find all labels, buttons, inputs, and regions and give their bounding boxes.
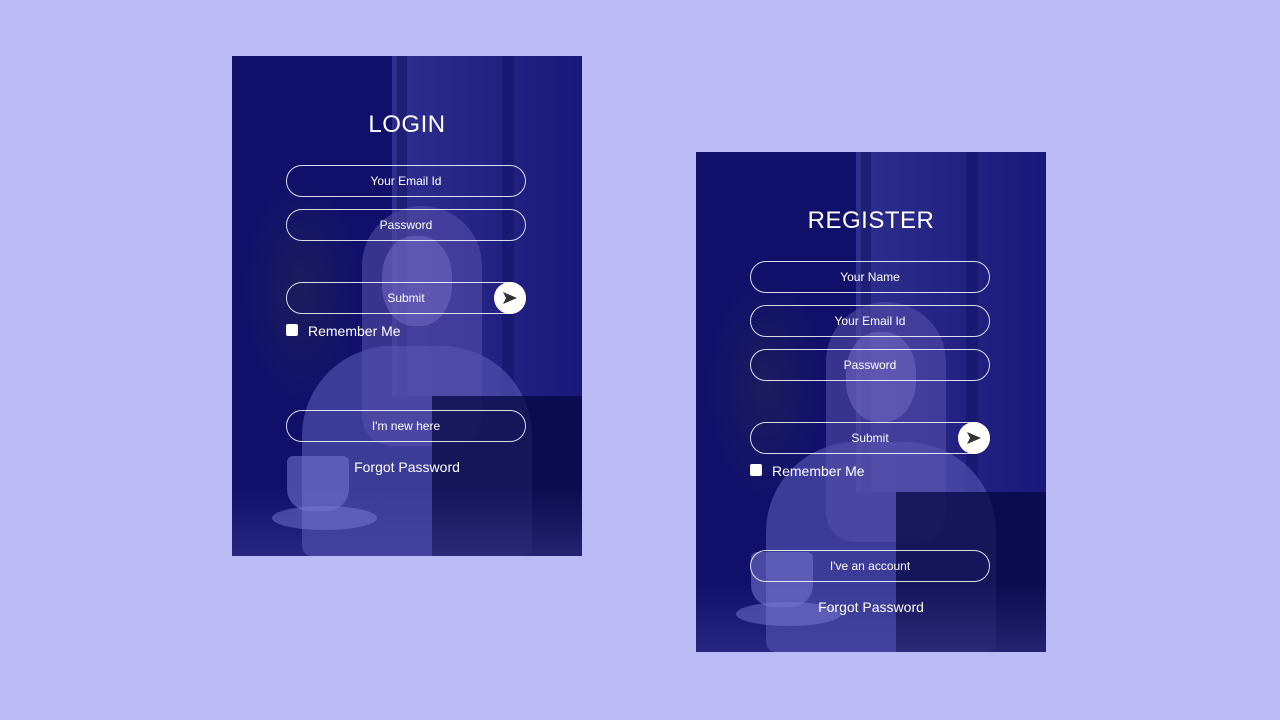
new-here-label: I'm new here [371, 419, 441, 433]
register-card: REGISTER Submit Remember Me I've an acco… [696, 152, 1046, 652]
remember-me-checkbox[interactable] [750, 464, 762, 476]
register-forgot-password-link[interactable]: Forgot Password [696, 599, 1046, 615]
remember-me-label: Remember Me [308, 323, 401, 339]
have-account-button[interactable]: I've an account [750, 550, 990, 582]
register-email-input[interactable] [750, 305, 990, 337]
login-card: LOGIN Submit Remember Me I'm new here Fo… [232, 56, 582, 556]
register-submit-label: Submit [851, 431, 889, 445]
login-password-input[interactable] [286, 209, 526, 241]
register-name-input[interactable] [750, 261, 990, 293]
send-arrow-icon[interactable] [958, 422, 990, 454]
login-submit-button[interactable]: Submit [286, 282, 526, 314]
send-arrow-icon[interactable] [494, 282, 526, 314]
register-title: REGISTER [807, 207, 935, 234]
register-password-input[interactable] [750, 349, 990, 381]
remember-me-label: Remember Me [772, 463, 865, 479]
register-submit-button[interactable]: Submit [750, 422, 990, 454]
login-email-input[interactable] [286, 165, 526, 197]
register-remember-me[interactable]: Remember Me [750, 462, 865, 480]
login-submit-label: Submit [387, 291, 425, 305]
have-account-label: I've an account [829, 559, 911, 573]
remember-me-checkbox[interactable] [286, 324, 298, 336]
login-forgot-password-link[interactable]: Forgot Password [232, 459, 582, 475]
login-title: LOGIN [368, 111, 446, 138]
login-remember-me[interactable]: Remember Me [286, 322, 401, 340]
new-here-button[interactable]: I'm new here [286, 410, 526, 442]
